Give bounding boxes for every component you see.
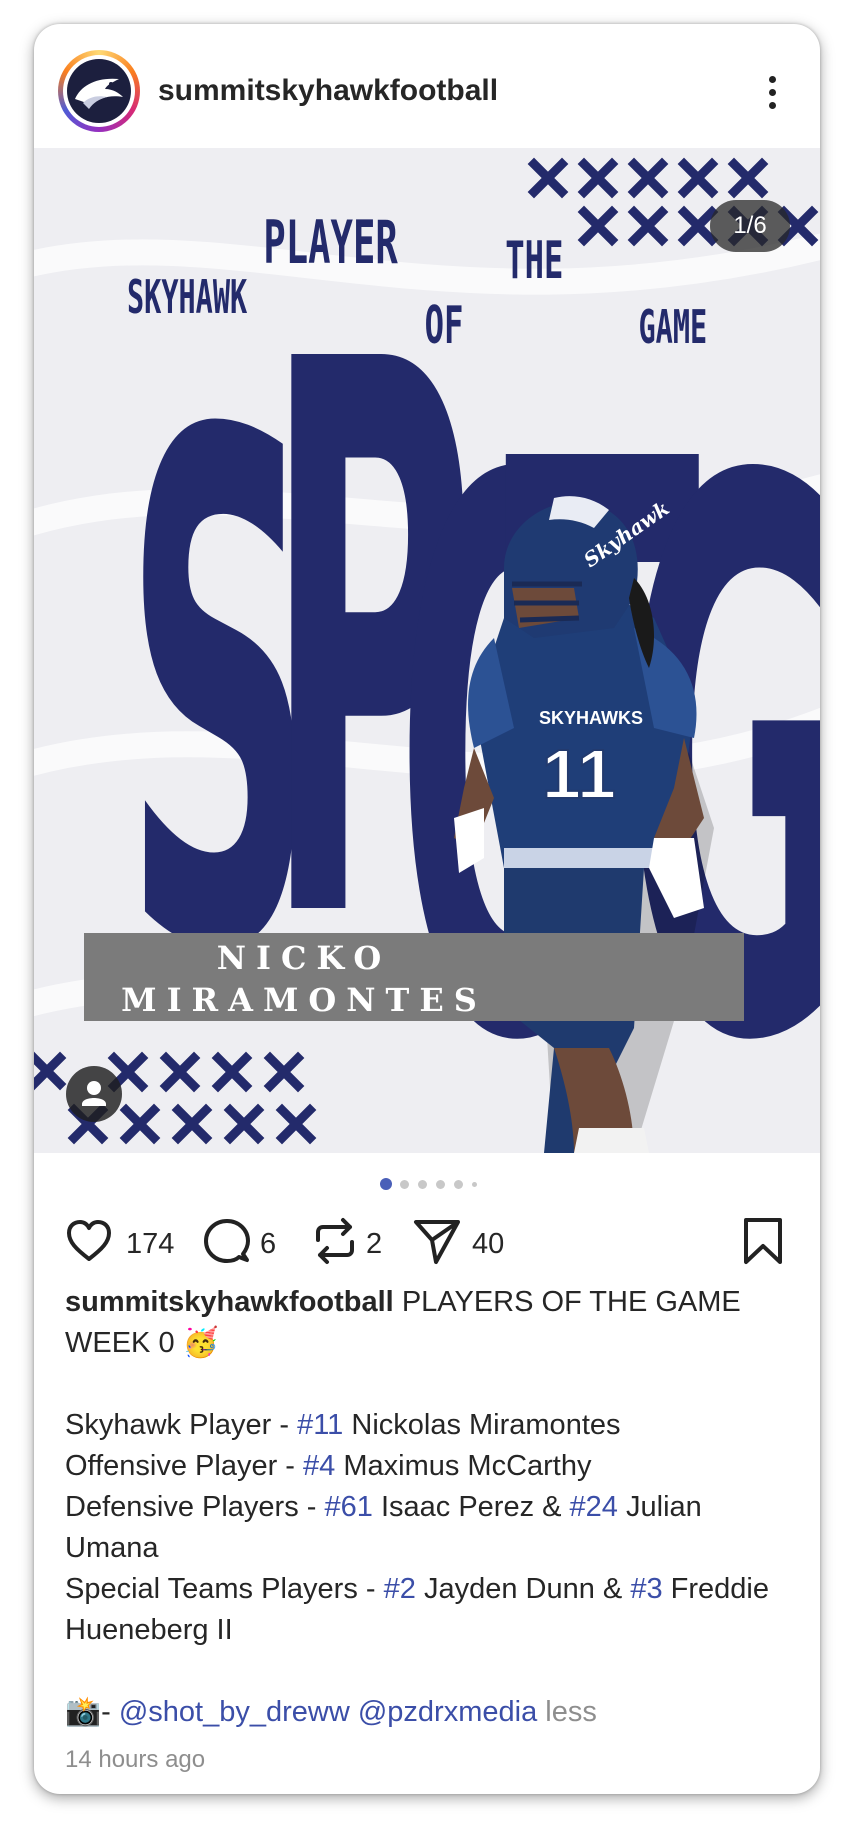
player-name-banner: NICKO MIRAMONTES [84, 933, 744, 1021]
word-the: THE [505, 231, 563, 291]
share-button[interactable]: 40 [412, 1216, 532, 1266]
more-options-icon[interactable] [760, 72, 784, 116]
hashtag-link[interactable]: #2 [384, 1573, 416, 1605]
heart-icon [67, 1220, 111, 1261]
image-counter: 1/6 [710, 200, 790, 252]
less-button[interactable]: less [545, 1696, 597, 1728]
word-of: OF [425, 296, 464, 356]
like-count: 174 [126, 1228, 175, 1260]
caption-text: Nickolas Miramontes [351, 1409, 621, 1441]
caption-text: Skyhawk Player - [65, 1409, 290, 1441]
mention-link[interactable]: @shot_by_dreww [119, 1696, 350, 1728]
caption-username[interactable]: summitskyhawkfootball [65, 1286, 394, 1318]
like-button[interactable]: 174 [64, 1216, 184, 1266]
carousel-dot [472, 1182, 477, 1187]
send-icon [414, 1220, 460, 1264]
hashtag-link[interactable]: #4 [303, 1450, 335, 1482]
caption-text: Special Teams Players - [65, 1573, 376, 1605]
jersey-text: SKYHAWKS [539, 708, 643, 728]
post-header: summitskyhawkfootball [34, 24, 820, 148]
bookmark-icon [744, 1218, 782, 1264]
jersey-number: 11 [542, 735, 616, 813]
caption-text: Offensive Player - [65, 1450, 295, 1482]
post-caption: summitskyhawkfootball PLAYERS OF THE GAM… [65, 1282, 791, 1733]
comment-button[interactable]: 6 [202, 1216, 292, 1266]
party-emoji: 🥳 [182, 1327, 219, 1359]
hashtag-link[interactable]: #61 [325, 1491, 373, 1523]
post-timestamp: 14 hours ago [65, 1746, 206, 1773]
caption-text: Jayden Dunn & [423, 1573, 623, 1605]
camera-emoji: 📸 [65, 1696, 102, 1728]
hashtag-link[interactable]: #24 [570, 1491, 618, 1523]
tagged-users-icon[interactable] [66, 1066, 122, 1122]
player-last-name: MIRAMONTES [121, 981, 487, 1019]
repost-icon [316, 1218, 354, 1264]
post-card: summitskyhawkfootball S P SKYHAWK PLAYER… [34, 24, 820, 1794]
word-game: GAME [639, 301, 708, 355]
player-first-name: NICKO [216, 939, 392, 977]
repost-button[interactable]: 2 [310, 1216, 410, 1266]
comment-count: 6 [260, 1228, 277, 1260]
skyhawk-logo-icon [67, 59, 131, 123]
action-bar: 174 6 2 40 [34, 1204, 820, 1278]
post-image[interactable]: S P O T G SKYHAWK PLAYER OF THE GAME [34, 148, 820, 1153]
carousel-dot-active [380, 1178, 392, 1190]
caption-text: - [101, 1696, 111, 1728]
word-skyhawk: SKYHAWK [127, 271, 247, 325]
hashtag-link[interactable]: #11 [297, 1409, 343, 1441]
post-username[interactable]: summitskyhawkfootball [158, 74, 498, 108]
carousel-dot [400, 1180, 409, 1189]
caption-text: Isaac Perez & [380, 1491, 562, 1523]
share-count: 40 [472, 1228, 505, 1260]
carousel-dot [454, 1180, 463, 1189]
carousel-dot [418, 1180, 427, 1189]
word-player: PLAYER [263, 208, 398, 278]
hashtag-link[interactable]: #3 [630, 1573, 662, 1605]
carousel-dot [436, 1180, 445, 1189]
comment-icon [204, 1219, 250, 1263]
caption-text: Defensive Players - [65, 1491, 317, 1523]
repost-count: 2 [366, 1228, 383, 1260]
carousel-indicator [380, 1178, 500, 1192]
mention-link[interactable]: @pzdrxmedia [358, 1696, 537, 1728]
save-button[interactable] [738, 1216, 788, 1266]
caption-text: Maximus McCarthy [343, 1450, 592, 1482]
avatar[interactable] [58, 50, 140, 132]
